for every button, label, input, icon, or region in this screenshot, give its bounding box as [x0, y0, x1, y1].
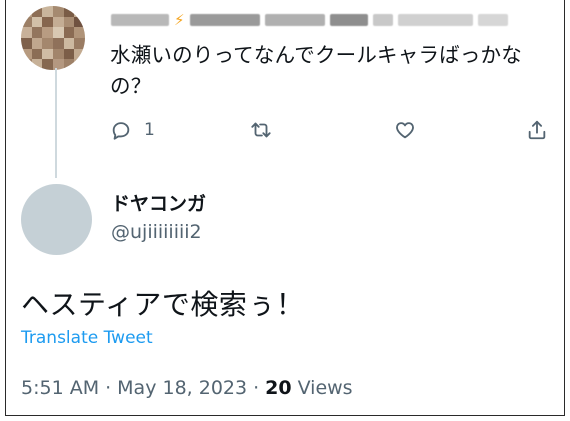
retweet-button[interactable]: [250, 119, 272, 141]
display-name[interactable]: ドヤコンガ: [111, 189, 206, 216]
share-icon: [528, 120, 546, 140]
like-icon: [396, 122, 414, 139]
retweet-icon: [251, 122, 271, 138]
translate-tweet-link[interactable]: Translate Tweet: [21, 328, 153, 348]
views-label[interactable]: Views: [298, 377, 353, 399]
reply-button[interactable]: 1: [110, 119, 155, 141]
tweet-meta: 5:51 AM · May 18, 2023 · 20 Views: [21, 377, 353, 399]
parent-author-redacted: ⚡: [111, 10, 551, 30]
parent-avatar[interactable]: [21, 6, 85, 70]
meta-separator: ·: [253, 377, 260, 399]
parent-tweet-text: 水瀬いのりってなんでクールキャラばっかなの？: [110, 43, 522, 98]
reply-icon: [112, 122, 130, 140]
parent-tweet-actions: 1: [110, 119, 560, 149]
main-avatar[interactable]: [21, 184, 92, 255]
user-handle[interactable]: @ujiiiiiiii2: [111, 221, 202, 243]
reply-count: 1: [144, 120, 155, 140]
thread-connector-line: [55, 68, 57, 178]
meta-separator: ·: [105, 377, 112, 399]
tweet-date[interactable]: May 18, 2023: [117, 377, 247, 399]
like-button[interactable]: [394, 119, 416, 141]
views-count[interactable]: 20: [265, 377, 291, 399]
tweet-time[interactable]: 5:51 AM: [21, 377, 99, 399]
share-button[interactable]: [526, 119, 548, 141]
lightning-icon: ⚡: [174, 11, 185, 29]
mosaic-blocks: [21, 6, 85, 70]
main-tweet-text: ヘスティアで検索ぅ！: [21, 288, 305, 321]
